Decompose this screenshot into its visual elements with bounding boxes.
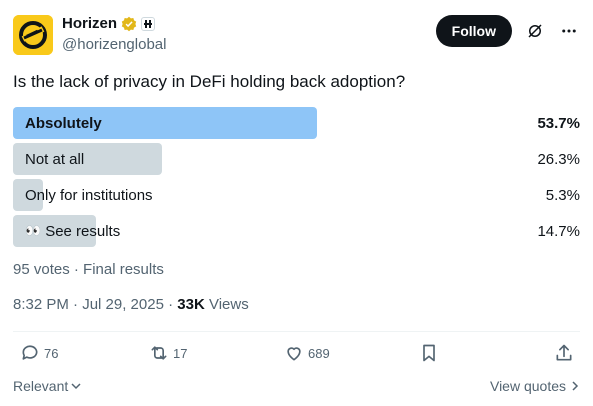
verified-badge-icon[interactable]: [121, 16, 137, 32]
like-icon: [287, 347, 301, 361]
poll-option-label: See results: [45, 222, 121, 240]
sort-label: Relevant: [13, 378, 69, 394]
eyes-emoji-icon: 👀: [25, 223, 41, 238]
poll-meta: 95 votes · Final results: [13, 261, 164, 278]
poll-option-percent: 14.7%: [537, 222, 580, 240]
sort-replies-button[interactable]: Relevant: [13, 378, 82, 394]
views-count: 33K: [177, 296, 205, 313]
more-icon[interactable]: [560, 22, 578, 40]
share-icon: [556, 344, 572, 361]
view-quotes-link[interactable]: View quotes: [490, 378, 580, 394]
reply-footer: Relevant View quotes: [13, 378, 580, 398]
like-count: 689: [308, 345, 330, 361]
display-name[interactable]: Horizen: [62, 15, 117, 32]
bookmark-button[interactable]: [419, 343, 439, 363]
reply-count: 76: [44, 345, 59, 361]
tweet-text: Is the lack of privacy in DeFi holding b…: [13, 72, 406, 91]
like-button[interactable]: 689: [284, 343, 330, 363]
action-bar: 76 17 689: [13, 343, 580, 367]
chevron-down-icon: [71, 383, 81, 390]
poll-option-label: Absolutely: [25, 114, 102, 132]
horizen-logo-icon: [13, 15, 53, 55]
chevron-right-icon: [572, 381, 579, 391]
reply-icon: [22, 345, 38, 360]
avatar[interactable]: [13, 15, 53, 55]
repost-icon: [151, 346, 167, 360]
poll-option: Only for institutions 5.3%: [13, 179, 580, 211]
poll-option-percent: 5.3%: [545, 186, 580, 204]
poll: Absolutely 53.7% Not at all 26.3% Only f…: [13, 107, 580, 251]
time-date[interactable]: 8:32 PM · Jul 29, 2025 ·: [13, 296, 177, 313]
poll-option: Not at all 26.3%: [13, 143, 580, 175]
bookmark-icon: [423, 344, 435, 362]
poll-option: Absolutely 53.7%: [13, 107, 580, 139]
tweet-header: Horizen @horizenglobal Follow: [13, 12, 580, 56]
repost-count: 17: [173, 345, 188, 361]
poll-option-label: Not at all: [25, 150, 85, 168]
views-label: Views: [204, 296, 249, 313]
grok-icon[interactable]: [526, 22, 544, 40]
poll-option-percent: 53.7%: [537, 114, 580, 132]
view-quotes-label: View quotes: [489, 378, 566, 394]
timestamp: 8:32 PM · Jul 29, 2025 · 33K Views: [13, 296, 249, 313]
poll-option-label: Only for institutions: [25, 186, 153, 204]
name-row: Horizen: [62, 15, 156, 32]
affiliate-icon[interactable]: [141, 16, 156, 31]
divider: [13, 331, 580, 332]
repost-button[interactable]: 17: [149, 343, 187, 363]
follow-button[interactable]: Follow: [435, 15, 512, 47]
poll-option: 👀 See results 14.7%: [13, 215, 580, 247]
handle[interactable]: @horizenglobal: [62, 36, 166, 53]
reply-button[interactable]: 76: [20, 343, 58, 363]
poll-option-percent: 26.3%: [537, 150, 580, 168]
share-button[interactable]: [554, 343, 574, 363]
